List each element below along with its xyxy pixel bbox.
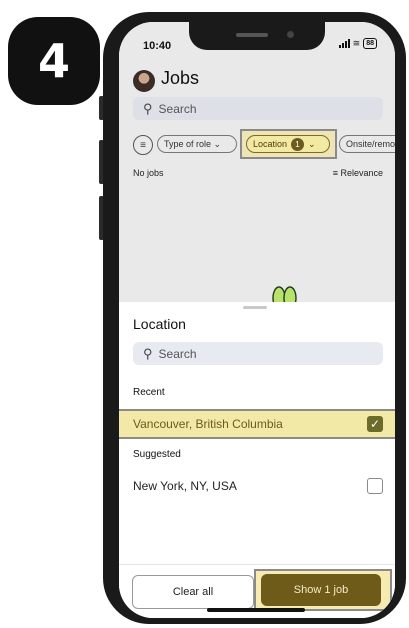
sort-icon: ≡ bbox=[332, 168, 338, 178]
location-count-badge: 1 bbox=[291, 137, 305, 151]
sheet-grabber[interactable] bbox=[243, 306, 267, 309]
suggested-heading: Suggested bbox=[133, 449, 181, 460]
chevron-down-icon: ⌄ bbox=[211, 138, 222, 149]
signal-icon bbox=[338, 39, 350, 48]
show-results-button[interactable]: Show 1 job bbox=[261, 574, 381, 606]
jobs-search-input[interactable]: ⚲ Search bbox=[133, 97, 383, 120]
location-option-new-york[interactable]: New York, NY, USA bbox=[119, 472, 395, 500]
search-icon: ⚲ bbox=[143, 100, 153, 116]
phone-screen: 10:40 ≅ 88 Jobs ⚲ Search ≡ Type of role … bbox=[119, 22, 395, 618]
filter-chip-onsite[interactable]: Onsite/remot bbox=[339, 135, 395, 153]
results-count: No jobs bbox=[133, 168, 164, 178]
filter-chip-location[interactable]: Location 1 ⌄ bbox=[246, 135, 330, 153]
camera bbox=[287, 31, 294, 38]
avatar[interactable] bbox=[133, 70, 155, 92]
recent-heading: Recent bbox=[133, 387, 165, 398]
filter-sliders-icon[interactable]: ≡ bbox=[133, 135, 153, 155]
divider bbox=[119, 564, 395, 565]
step-number-badge: 4 bbox=[8, 17, 100, 105]
status-time: 10:40 bbox=[143, 40, 172, 52]
page-title: Jobs bbox=[161, 68, 200, 88]
sort-button[interactable]: ≡ Relevance bbox=[333, 168, 383, 178]
checkbox[interactable] bbox=[367, 478, 383, 494]
filter-bar: ≡ Type of role ⌄ Location 1 ⌄ Onsite/rem… bbox=[133, 129, 395, 159]
filter-chip-type-of-role[interactable]: Type of role ⌄ bbox=[157, 135, 237, 153]
location-bottom-sheet: Location ⚲ Search Recent Vancouver, Brit… bbox=[119, 302, 395, 618]
speaker bbox=[236, 33, 268, 37]
location-search-input[interactable]: ⚲ Search bbox=[133, 342, 383, 365]
search-icon: ⚲ bbox=[143, 345, 153, 361]
clear-all-button[interactable]: Clear all bbox=[132, 575, 254, 609]
location-option-vancouver[interactable]: Vancouver, British Columbia ✓ bbox=[119, 409, 395, 439]
wifi-icon: ≅ bbox=[352, 38, 361, 48]
chip-label: Onsite/remot bbox=[346, 139, 395, 149]
search-placeholder: Search bbox=[158, 346, 197, 361]
status-icons: ≅ 88 bbox=[338, 38, 377, 49]
sheet-title: Location bbox=[133, 316, 186, 332]
chevron-down-icon: ⌄ bbox=[308, 138, 316, 149]
checkmark-icon[interactable]: ✓ bbox=[367, 416, 383, 432]
background-screen: 10:40 ≅ 88 Jobs ⚲ Search ≡ Type of role … bbox=[119, 22, 395, 306]
home-indicator[interactable] bbox=[207, 608, 305, 612]
chip-label: Location bbox=[253, 139, 288, 149]
option-label: Vancouver, British Columbia bbox=[133, 417, 283, 431]
search-placeholder: Search bbox=[158, 101, 197, 116]
chip-label: Type of role bbox=[164, 139, 212, 149]
sort-label: Relevance bbox=[340, 168, 383, 178]
option-label: New York, NY, USA bbox=[133, 479, 237, 493]
notch bbox=[189, 22, 325, 50]
battery-icon: 88 bbox=[363, 38, 377, 49]
